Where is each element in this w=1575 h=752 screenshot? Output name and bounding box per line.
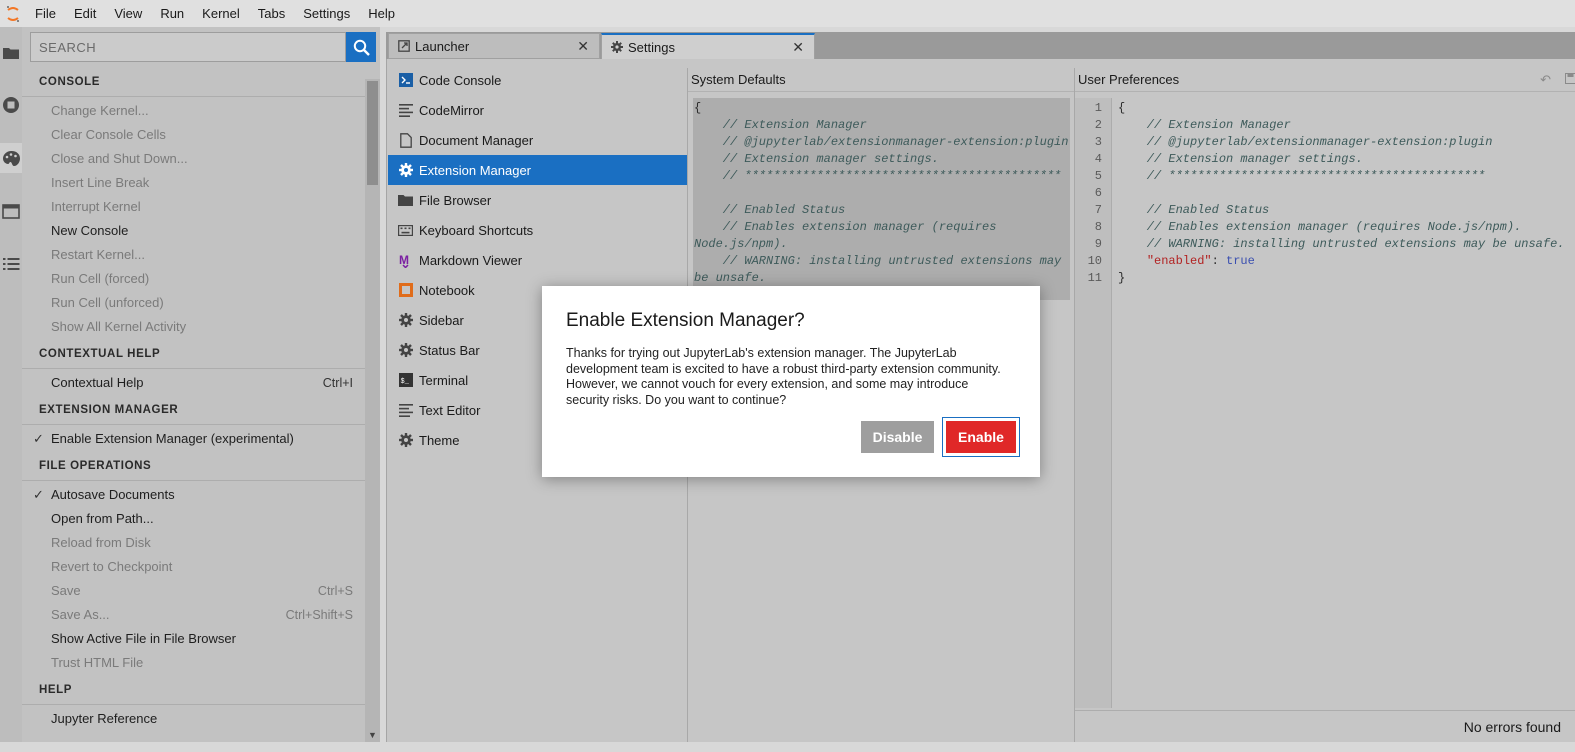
enable-extension-manager-dialog: Enable Extension Manager? Thanks for try… — [542, 286, 1040, 477]
enable-button[interactable]: Enable — [946, 421, 1016, 453]
dialog-title: Enable Extension Manager? — [566, 310, 805, 331]
modal-overlay: Enable Extension Manager? Thanks for try… — [0, 0, 1575, 752]
disable-button[interactable]: Disable — [861, 421, 934, 453]
enable-button-focus-ring: Enable — [942, 417, 1020, 457]
dialog-body: Thanks for trying out JupyterLab's exten… — [566, 346, 1001, 407]
dialog-actions: Disable Enable — [861, 417, 1020, 457]
